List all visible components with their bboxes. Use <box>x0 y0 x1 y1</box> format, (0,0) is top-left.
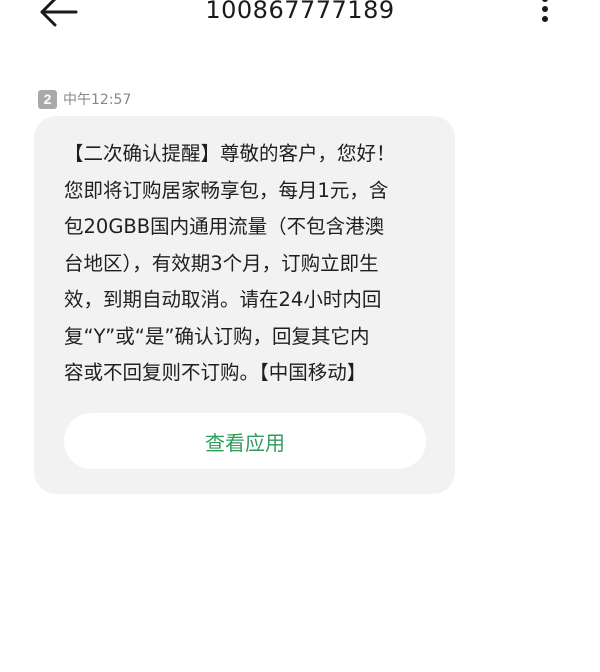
more-options-button[interactable] <box>530 0 560 28</box>
message-line: 包20GBB国内通用流量（不包含港澳 <box>64 215 385 238</box>
message-time: 中午12:57 <box>63 92 132 108</box>
message-bubble[interactable]: 【二次确认提醒】尊敬的客户，您好！ 您即将订购居家畅享包，每月1元，含 包20G… <box>34 116 455 494</box>
message-line: 容或不回复则不订购。【中国移动】 <box>64 361 367 384</box>
message-line: 【二次确认提醒】尊敬的客户，您好！ <box>64 142 396 165</box>
sim-card-badge: 2 <box>38 89 57 109</box>
message-line: 效，到期自动取消。请在24小时内回 <box>64 288 382 311</box>
app-header: 100867777189 <box>0 0 600 30</box>
message-meta: 2 中午12:57 <box>38 89 131 109</box>
more-vertical-icon <box>542 0 548 22</box>
view-app-button[interactable]: 查看应用 <box>64 413 426 469</box>
message-line: 台地区），有效期3个月，订购立即生 <box>64 251 379 275</box>
message-text: 【二次确认提醒】尊敬的客户，您好！ 您即将订购居家畅享包，每月1元，含 包20G… <box>64 136 436 392</box>
conversation-title: 100867777189 <box>205 0 395 24</box>
message-line: 您即将订购居家畅享包，每月1元，含 <box>64 178 389 202</box>
message-line: 复“Y”或“是”确认订购，回复其它内 <box>64 324 370 348</box>
